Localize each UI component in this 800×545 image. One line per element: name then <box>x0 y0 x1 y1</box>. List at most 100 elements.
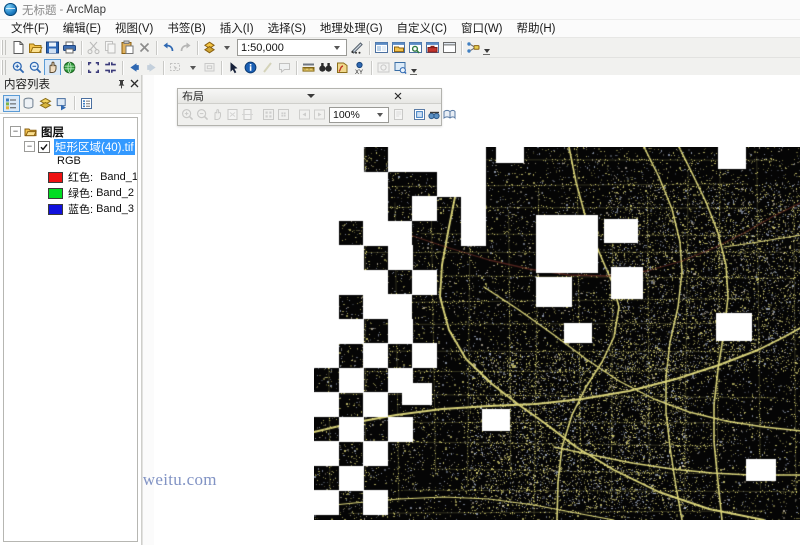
focus-data-frame[interactable] <box>412 106 427 123</box>
close-icon[interactable] <box>355 90 441 102</box>
go-forward-extent[interactable] <box>143 59 160 76</box>
layout-fixed-zoom-out[interactable] <box>276 106 291 123</box>
layout-toolbar-titlebar[interactable]: 布局 <box>178 89 441 104</box>
fixed-zoom-in-tool[interactable] <box>85 59 102 76</box>
layout-page[interactable]: www.91weitu.com 布局 <box>154 75 800 545</box>
model-builder-button[interactable] <box>465 39 482 56</box>
fixed-zoom-out-tool[interactable] <box>102 59 119 76</box>
list-by-selection[interactable] <box>54 95 71 112</box>
time-slider-button[interactable] <box>375 59 392 76</box>
print-button[interactable] <box>61 39 78 56</box>
layer-name-label[interactable]: 矩形区域(40).tif <box>54 139 135 155</box>
list-by-source[interactable] <box>20 95 37 112</box>
menu-file[interactable]: 文件(F) <box>4 19 56 38</box>
python-window-button[interactable] <box>441 39 458 56</box>
scale-input[interactable] <box>238 41 327 55</box>
menu-geoprocessing[interactable]: 地理处理(G) <box>313 19 390 38</box>
save-button[interactable] <box>44 39 61 56</box>
go-to-xy-tool[interactable]: XY <box>351 59 368 76</box>
menu-selection[interactable]: 选择(S) <box>261 19 313 38</box>
add-data-button[interactable] <box>201 39 218 56</box>
layout-zoom-out[interactable] <box>195 106 210 123</box>
layout-zoom-whole-page[interactable] <box>225 106 240 123</box>
html-popup-tool[interactable] <box>276 59 293 76</box>
full-extent-tool[interactable] <box>61 59 78 76</box>
band-swatch-blue[interactable] <box>48 204 63 215</box>
copy-button[interactable] <box>102 39 119 56</box>
band-swatch-green[interactable] <box>48 188 63 199</box>
layout-zoom-input[interactable] <box>330 108 371 122</box>
catalog-button[interactable] <box>390 39 407 56</box>
clear-selection-tool[interactable] <box>201 59 218 76</box>
select-features-dropdown[interactable] <box>184 59 201 76</box>
find-route-tool[interactable] <box>334 59 351 76</box>
chevron-down-icon[interactable] <box>268 90 354 102</box>
toc-tree-container[interactable]: − 图层 − 矩形区域(40).tif RGB <box>3 117 138 542</box>
search-window-button[interactable] <box>407 39 424 56</box>
menu-view[interactable]: 视图(V) <box>108 19 160 38</box>
list-by-drawing-order[interactable] <box>3 95 20 112</box>
menu-edit[interactable]: 编辑(E) <box>56 19 108 38</box>
measure-tool[interactable] <box>300 59 317 76</box>
pin-icon[interactable] <box>115 77 128 90</box>
select-elements-tool[interactable] <box>225 59 242 76</box>
menu-help[interactable]: 帮助(H) <box>510 19 563 38</box>
add-data-dropdown[interactable] <box>218 39 235 56</box>
cut-button[interactable] <box>85 39 102 56</box>
menu-bookmarks[interactable]: 书签(B) <box>160 19 212 38</box>
layout-toolbar[interactable]: 布局 <box>177 88 442 126</box>
editor-toolbar-button[interactable] <box>349 39 366 56</box>
layout-zoom-dropdown[interactable] <box>371 113 388 117</box>
layout-zoom-100[interactable] <box>240 106 255 123</box>
redo-button[interactable] <box>177 39 194 56</box>
band-row[interactable]: 绿色: Band_2 <box>48 186 137 200</box>
expander-icon[interactable]: − <box>24 141 35 152</box>
create-viewer-window[interactable] <box>392 59 409 76</box>
menu-insert[interactable]: 插入(I) <box>213 19 261 38</box>
go-back-extent[interactable] <box>126 59 143 76</box>
arctoolbox-button[interactable] <box>424 39 441 56</box>
undo-button[interactable] <box>160 39 177 56</box>
toggle-draft-mode[interactable] <box>391 106 406 123</box>
menu-customize[interactable]: 自定义(C) <box>390 19 454 38</box>
layout-zoom-in[interactable] <box>180 106 195 123</box>
data-driven-pages[interactable] <box>442 106 457 123</box>
band-swatch-red[interactable] <box>48 172 63 183</box>
identify-tool[interactable] <box>242 59 259 76</box>
scale-dropdown-button[interactable] <box>327 41 346 54</box>
toolbar-overflow-button[interactable] <box>482 40 491 56</box>
table-of-contents-button[interactable] <box>373 39 390 56</box>
layout-go-forward-extent[interactable] <box>312 106 327 123</box>
layout-go-back-extent[interactable] <box>297 106 312 123</box>
open-button[interactable] <box>27 39 44 56</box>
zoom-in-tool[interactable] <box>10 59 27 76</box>
toolbar-grip[interactable] <box>1 40 8 55</box>
select-features-tool[interactable] <box>167 59 184 76</box>
tree-node-raster-layer[interactable]: − 矩形区域(40).tif <box>24 139 137 154</box>
expander-icon[interactable]: − <box>10 126 21 137</box>
toc-options[interactable] <box>78 95 95 112</box>
layer-visibility-checkbox[interactable] <box>38 141 50 153</box>
close-icon[interactable] <box>128 77 141 90</box>
layout-zoom-combo[interactable] <box>329 107 389 123</box>
list-by-visibility[interactable] <box>37 95 54 112</box>
scale-combo[interactable] <box>237 39 347 56</box>
toolbar-grip[interactable] <box>1 60 8 75</box>
find-tool[interactable] <box>317 59 334 76</box>
band-row[interactable]: 红色: Band_1 <box>48 170 137 184</box>
paste-button[interactable] <box>119 39 136 56</box>
pan-tool[interactable] <box>44 59 61 76</box>
band-row[interactable]: 蓝色: Band_3 <box>48 202 137 216</box>
toolbar-overflow-button[interactable] <box>409 60 418 76</box>
delete-button[interactable] <box>136 39 153 56</box>
layout-pan[interactable] <box>210 106 225 123</box>
menu-window[interactable]: 窗口(W) <box>454 19 510 38</box>
layout-view[interactable]: www.91weitu.com 布局 <box>142 75 800 545</box>
new-document-button[interactable] <box>10 39 27 56</box>
layout-fixed-zoom-in[interactable] <box>261 106 276 123</box>
change-layout[interactable] <box>427 106 442 123</box>
zoom-out-tool[interactable] <box>27 59 44 76</box>
hyperlink-tool[interactable] <box>259 59 276 76</box>
tree-node-layers[interactable]: − 图层 <box>10 124 137 139</box>
raster-layer-display[interactable] <box>314 147 800 520</box>
